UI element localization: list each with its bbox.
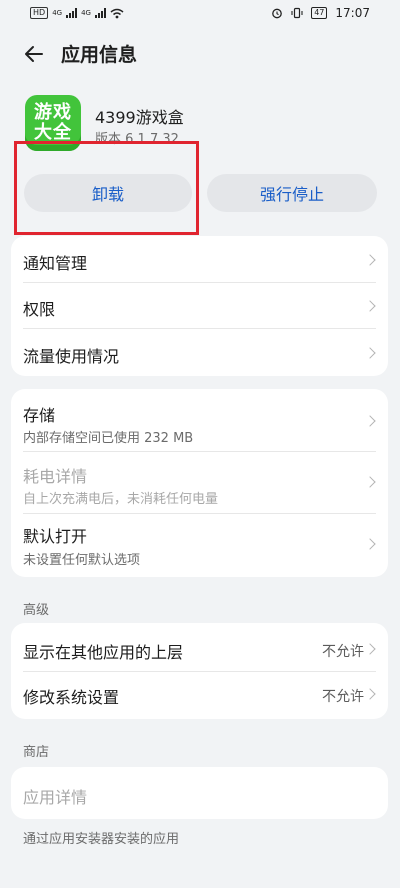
chevron-right-icon [364,300,376,312]
page-title: 应用信息 [61,44,138,66]
display-over-other-apps-row[interactable]: 显示在其他应用的上层 不允许 [11,623,388,671]
settings-card-1: 通知管理 权限 流量使用情况 [11,236,388,376]
status-left: HD 4G 4G [30,7,124,19]
storage-row[interactable]: 存储 内部存储空间已使用 232 MB [11,389,388,451]
open-by-default-row[interactable]: 默认打开 未设置任何默认选项 [11,513,388,577]
highlight-box [14,141,199,235]
section-title-advanced: 高级 [23,603,50,618]
row-value: 不允许 [322,689,364,705]
app-name: 4399游戏盒 [95,108,184,127]
chevron-right-icon [364,688,376,700]
status-right: 47 17:07 [271,6,370,20]
app-details-row[interactable]: 应用详情 [11,767,388,819]
row-sub: 自上次充满电后，未消耗任何电量 [23,492,219,507]
chevron-right-icon [364,347,376,359]
vibrate-icon [291,7,303,19]
row-label: 存储 [23,406,56,425]
installer-note: 通过应用安装器安装的应用 [23,832,180,847]
chevron-right-icon [364,254,376,266]
status-bar: HD 4G 4G 47 17:07 [0,0,400,28]
battery-icon: 47 [311,7,328,19]
sim2-label: 4G [81,9,91,17]
row-sub: 内部存储空间已使用 232 MB [23,431,194,446]
back-arrow-icon[interactable] [22,42,46,66]
wifi-icon [110,8,124,18]
section-title-store: 商店 [23,745,50,760]
row-sub: 未设置任何默认选项 [23,553,141,568]
app-icon-text-2: 大全 [34,122,72,143]
signal-icon [66,8,78,18]
notification-management-row[interactable]: 通知管理 [11,236,388,282]
row-value: 不允许 [322,644,364,660]
alarm-icon [272,8,283,19]
chevron-right-icon [364,415,376,427]
store-card: 应用详情 [11,767,388,819]
row-label: 耗电详情 [23,467,88,486]
force-stop-button[interactable]: 强行停止 [207,174,377,212]
hd-badge: HD [30,7,49,19]
row-label: 通知管理 [23,254,88,273]
chevron-right-icon [364,643,376,655]
settings-card-2: 存储 内部存储空间已使用 232 MB 耗电详情 自上次充满电后，未消耗任何电量… [11,389,388,577]
row-label: 默认打开 [23,527,88,546]
row-label: 应用详情 [23,788,88,807]
chevron-right-icon [364,476,376,488]
header: 应用信息 [0,30,400,78]
sim1-label: 4G [52,9,63,17]
advanced-card: 显示在其他应用的上层 不允许 修改系统设置 不允许 [11,623,388,719]
row-label: 流量使用情况 [23,347,120,366]
status-time: 17:07 [335,6,370,20]
signal-icon-2 [94,8,106,18]
row-label: 修改系统设置 [23,688,120,707]
app-icon-text-1: 游戏 [34,102,72,123]
row-label: 权限 [23,300,56,319]
row-label: 显示在其他应用的上层 [23,643,184,662]
battery-details-row[interactable]: 耗电详情 自上次充满电后，未消耗任何电量 [11,451,388,513]
modify-system-settings-row[interactable]: 修改系统设置 不允许 [11,671,388,719]
data-usage-row[interactable]: 流量使用情况 [11,328,388,376]
permissions-row[interactable]: 权限 [11,282,388,328]
chevron-right-icon [364,538,376,550]
